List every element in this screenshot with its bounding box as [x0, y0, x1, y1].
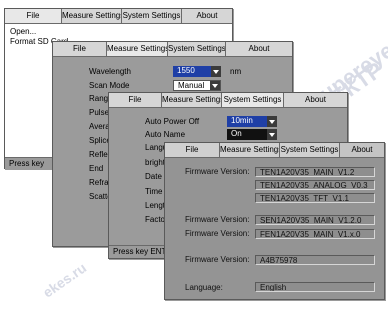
- firmware-version-label: Firmware Version:: [185, 255, 250, 264]
- tab-system-settings[interactable]: System Settings: [280, 143, 340, 157]
- firmware-version-label: Firmware Version:: [185, 215, 250, 224]
- auto-name-value: On: [231, 129, 242, 138]
- label-wavelength: Wavelength: [89, 67, 131, 76]
- label-end: End: [89, 164, 104, 173]
- tab-measure-settings[interactable]: Measure Settings: [107, 42, 168, 56]
- firmware-version-field: TEN1A20V35_MAIN_V1.2: [255, 167, 375, 177]
- auto-name-select[interactable]: On: [227, 129, 277, 140]
- firmware-version-field: SEN1A20V35_MAIN_V1.2.0: [255, 215, 375, 225]
- tab-file[interactable]: File: [5, 9, 62, 23]
- auto-power-off-select[interactable]: 10min: [227, 116, 277, 127]
- wavelength-select[interactable]: 1550: [173, 66, 221, 77]
- chevron-down-icon: [210, 81, 220, 90]
- firmware-version-field: FEN1A20V35_MAIN_V1.x.0: [255, 229, 375, 239]
- language-label: Language:: [185, 283, 223, 292]
- firmware-version-field: TEN1A20V35_TFT_V1.1: [255, 193, 375, 203]
- scan-mode-select[interactable]: Manual: [173, 80, 221, 91]
- tab-bar: File Measure Settings System Settings Ab…: [165, 143, 384, 158]
- language-field: English: [255, 282, 375, 292]
- tab-about[interactable]: About: [284, 93, 347, 107]
- tab-measure-settings[interactable]: Measure Settings: [62, 9, 122, 23]
- firmware-version-label: Firmware Version:: [185, 167, 250, 176]
- tab-bar: File Measure Settings System Settings Ab…: [109, 93, 347, 108]
- scan-mode-value: Manual: [178, 81, 205, 90]
- label-pulse: Pulse: [89, 108, 110, 117]
- firmware-version-label: Firmware Version:: [185, 229, 250, 238]
- auto-power-off-value: 10min: [231, 116, 253, 125]
- tab-system-settings[interactable]: System Settings: [222, 93, 284, 107]
- chevron-down-icon: [211, 66, 221, 77]
- menu-item-open[interactable]: Open...: [10, 27, 68, 37]
- chevron-down-icon: [267, 116, 277, 127]
- tab-about[interactable]: About: [340, 143, 384, 157]
- tab-measure-settings[interactable]: Measure Settings: [162, 93, 222, 107]
- tab-file[interactable]: File: [165, 143, 220, 157]
- tab-file[interactable]: File: [53, 42, 107, 56]
- label-auto-name: Auto Name: [145, 130, 186, 139]
- chevron-down-icon: [267, 129, 277, 140]
- tab-bar: File Measure Settings System Settings Ab…: [5, 9, 232, 24]
- about-window: File Measure Settings System Settings Ab…: [164, 142, 385, 300]
- label-auto-power-off: Auto Power Off: [145, 117, 200, 126]
- wavelength-unit: nm: [230, 67, 242, 76]
- tab-system-settings[interactable]: System Settings: [122, 9, 182, 23]
- tab-measure-settings[interactable]: Measure Settings: [220, 143, 280, 157]
- wavelength-value: 1550: [177, 66, 195, 75]
- tab-file[interactable]: File: [109, 93, 162, 107]
- label-date: Date: [145, 172, 162, 181]
- tab-about[interactable]: About: [226, 42, 292, 56]
- firmware-version-field: A4B75978: [255, 255, 375, 265]
- tab-about[interactable]: About: [182, 9, 232, 23]
- tab-system-settings[interactable]: System Settings: [168, 42, 226, 56]
- firmware-version-field: TEN1A20V35_ANALOG_V0.3: [255, 180, 375, 190]
- tab-bar: File Measure Settings System Settings Ab…: [53, 42, 292, 57]
- label-scan-mode: Scan Mode: [89, 81, 130, 90]
- label-time: Time: [145, 187, 163, 196]
- watermark-logo: ekes.ru: [39, 259, 90, 301]
